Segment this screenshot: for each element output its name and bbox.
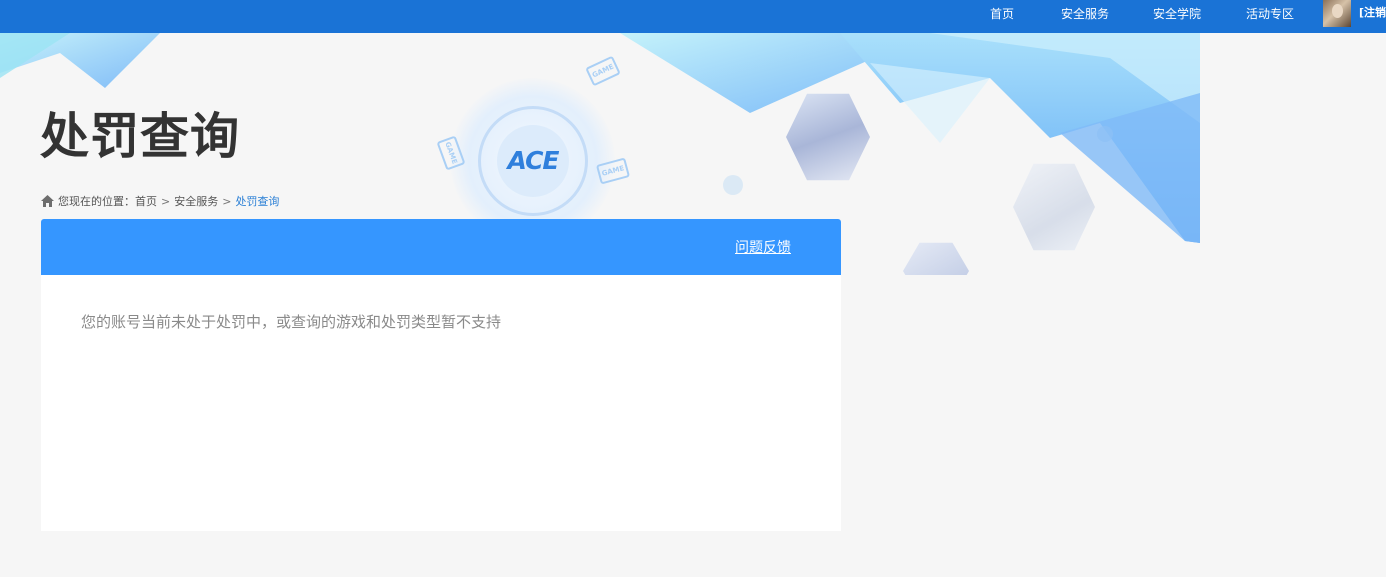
breadcrumb: 您现在的位置： 首页 > 安全服务 > 处罚查询	[41, 193, 279, 209]
result-card-header: 问题反馈	[41, 219, 841, 275]
breadcrumb-separator: >	[222, 194, 232, 208]
ace-logo: ACE	[497, 125, 569, 197]
nav-item-security-academy[interactable]: 安全学院	[1153, 0, 1201, 33]
home-icon	[41, 195, 54, 207]
breadcrumb-prefix: 您现在的位置：	[58, 195, 135, 208]
nav-item-activities[interactable]: 活动专区	[1246, 0, 1294, 33]
top-nav-bar: 首页 安全服务 安全学院 活动专区 [注销]	[0, 0, 1386, 33]
breadcrumb-item-security-service[interactable]: 安全服务	[174, 193, 218, 209]
nav-item-home[interactable]: 首页	[990, 0, 1014, 33]
breadcrumb-separator: >	[161, 194, 171, 208]
nav-item-security-service[interactable]: 安全服务	[1061, 0, 1109, 33]
feedback-link[interactable]: 问题反馈	[735, 237, 791, 257]
page-title: 处罚查询	[40, 108, 241, 165]
result-card-body: 您的账号当前未处于处罚中，或查询的游戏和处罚类型暂不支持	[41, 275, 841, 531]
avatar[interactable]	[1323, 0, 1351, 27]
logout-link[interactable]: [注销]	[1359, 4, 1386, 20]
breadcrumb-item-home[interactable]: 首页	[135, 193, 157, 209]
breadcrumb-item-current: 处罚查询	[235, 195, 280, 208]
result-message: 您的账号当前未处于处罚中，或查询的游戏和处罚类型暂不支持	[81, 313, 502, 331]
